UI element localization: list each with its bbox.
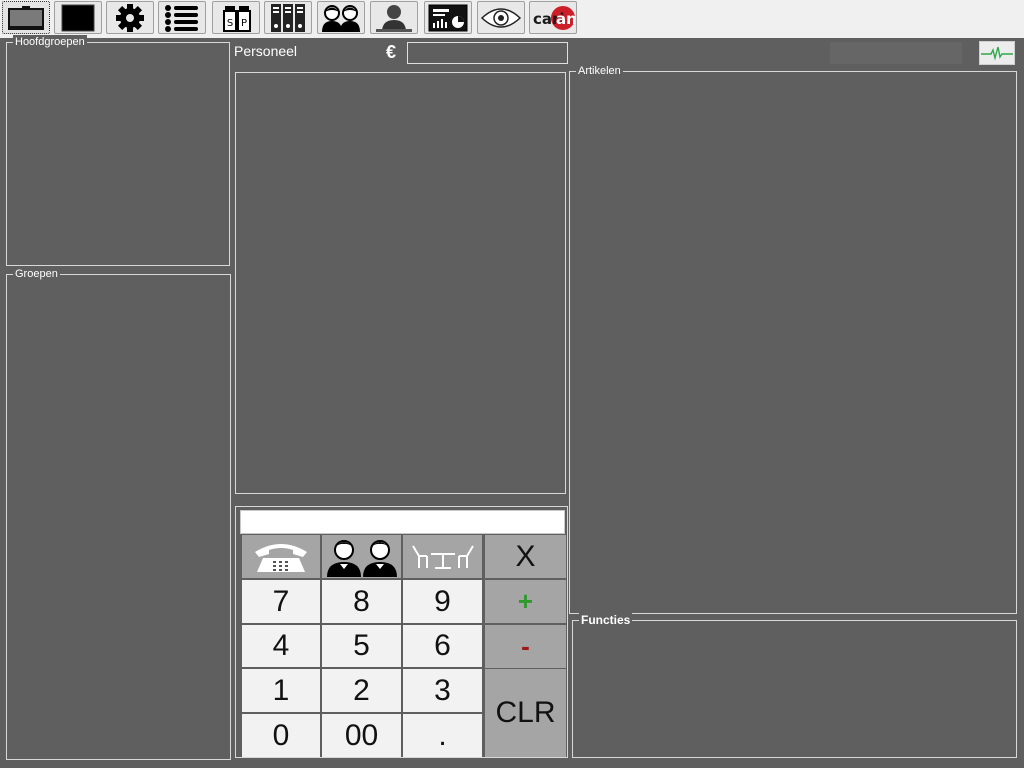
waiters-icon xyxy=(326,539,397,577)
heartbeat-icon xyxy=(981,46,1013,61)
list-icon xyxy=(165,4,198,32)
key-2[interactable]: 2 xyxy=(322,669,401,712)
key-6[interactable]: 6 xyxy=(403,625,482,667)
status-strip xyxy=(830,42,962,64)
key-00[interactable]: 00 xyxy=(322,714,401,757)
monitor-icon xyxy=(8,5,44,30)
workspace: Hoofdgroepen Groepen Personeel € Artikel… xyxy=(0,35,1024,768)
artikelen-panel: Artikelen xyxy=(569,64,1017,614)
eye-icon xyxy=(480,7,522,28)
salt-pepper-button[interactable]: S P xyxy=(212,1,260,34)
carian-button[interactable]: cari an xyxy=(529,1,577,34)
svg-text:an: an xyxy=(556,10,575,28)
carian-logo: cari an xyxy=(533,5,575,30)
phone-icon xyxy=(255,543,307,572)
svg-text:P: P xyxy=(241,18,247,29)
euro-sign: € xyxy=(386,42,397,62)
groepen-label: Groepen xyxy=(13,267,60,281)
key-0[interactable]: 0 xyxy=(242,714,320,757)
waiters-key[interactable] xyxy=(322,535,401,578)
table-icon xyxy=(411,544,474,569)
functies-panel: Functies xyxy=(572,613,1017,758)
monitor-button[interactable] xyxy=(2,1,50,34)
keypad-display[interactable] xyxy=(240,510,565,534)
functies-label: Functies xyxy=(579,613,633,627)
plus-key[interactable]: + xyxy=(485,580,566,623)
phone-key[interactable] xyxy=(242,535,320,578)
gear-icon xyxy=(116,3,144,32)
hoofdgroepen-label: Hoofdgroepen xyxy=(13,35,87,49)
hoofdgroepen-panel: Hoofdgroepen xyxy=(6,35,230,266)
key-3[interactable]: 3 xyxy=(403,669,482,712)
settings-button[interactable] xyxy=(106,1,154,34)
key-7[interactable]: 7 xyxy=(242,580,320,623)
key-5[interactable]: 5 xyxy=(322,625,401,667)
report-icon xyxy=(428,4,468,31)
screen-button[interactable] xyxy=(54,1,102,34)
user-button[interactable] xyxy=(370,1,418,34)
clr-key[interactable]: CLR xyxy=(485,669,566,757)
pos-window: S P cari an Hoofdgroepen Groepen Persone… xyxy=(0,0,1024,768)
staff-button[interactable] xyxy=(317,1,365,34)
salt-pepper-icon: S P xyxy=(223,5,251,32)
heartbeat-button[interactable] xyxy=(979,41,1015,65)
amount-input[interactable] xyxy=(407,42,568,64)
report-button[interactable] xyxy=(424,1,472,34)
key-decimal[interactable]: . xyxy=(403,714,482,757)
table-key[interactable] xyxy=(403,535,482,578)
view-button[interactable] xyxy=(477,1,525,34)
black-screen-icon xyxy=(61,4,95,31)
list-button[interactable] xyxy=(158,1,206,34)
clear-entry-key[interactable]: X xyxy=(485,535,566,578)
svg-text:S: S xyxy=(227,18,233,29)
key-9[interactable]: 9 xyxy=(403,580,482,623)
key-8[interactable]: 8 xyxy=(322,580,401,623)
personeel-list[interactable] xyxy=(235,72,566,494)
key-1[interactable]: 1 xyxy=(242,669,320,712)
person-icon xyxy=(376,4,412,32)
key-4[interactable]: 4 xyxy=(242,625,320,667)
toolbar: S P cari an xyxy=(0,0,1024,36)
people-icon xyxy=(322,4,360,32)
artikelen-label: Artikelen xyxy=(576,64,623,78)
binders-icon xyxy=(271,3,305,32)
personeel-label: Personeel xyxy=(234,43,298,59)
minus-key[interactable]: - xyxy=(485,625,566,668)
groepen-panel: Groepen xyxy=(6,267,231,760)
archive-button[interactable] xyxy=(264,1,312,34)
